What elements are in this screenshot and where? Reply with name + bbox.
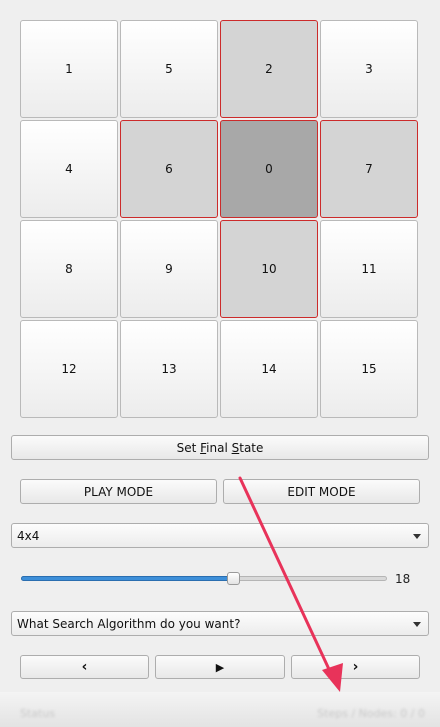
tile-1-1[interactable]: 1 bbox=[20, 20, 118, 118]
tile-2-2[interactable]: 6 bbox=[120, 120, 218, 218]
speed-slider-fill bbox=[21, 576, 234, 581]
chevron-right-icon: › bbox=[352, 659, 359, 675]
status-right-text: Steps / Nodes: 0 / 0 bbox=[317, 707, 425, 720]
play-icon: ▶ bbox=[215, 660, 225, 674]
tile-4-1[interactable]: 12 bbox=[20, 320, 118, 418]
set-final-state-label: Set Final State bbox=[176, 440, 264, 455]
tile-2-1[interactable]: 4 bbox=[20, 120, 118, 218]
speed-value: 18 bbox=[395, 572, 411, 586]
next-step-button[interactable]: › bbox=[291, 655, 420, 679]
speed-slider-handle[interactable] bbox=[226, 572, 240, 585]
previous-step-button[interactable]: ‹ bbox=[20, 655, 149, 679]
size-select-value: 4x4 bbox=[17, 528, 40, 543]
tile-4-4[interactable]: 15 bbox=[320, 320, 418, 418]
algorithm-select-value: What Search Algorithm do you want? bbox=[17, 616, 241, 631]
chevron-down-icon bbox=[413, 621, 421, 627]
tile-4-3[interactable]: 14 bbox=[220, 320, 318, 418]
tile-3-1[interactable]: 8 bbox=[20, 220, 118, 318]
chevron-left-icon: ‹ bbox=[81, 659, 88, 675]
tile-1-4[interactable]: 3 bbox=[320, 20, 418, 118]
play-button[interactable]: ▶ bbox=[155, 655, 285, 679]
tile-3-2[interactable]: 9 bbox=[120, 220, 218, 318]
edit-mode-button[interactable]: EDIT MODE bbox=[223, 479, 420, 504]
play-mode-button[interactable]: PLAY MODE bbox=[20, 479, 217, 504]
chevron-down-icon bbox=[413, 533, 421, 539]
blank-tile[interactable]: 0 bbox=[220, 120, 318, 218]
set-final-state-button[interactable]: Set Final State bbox=[11, 435, 429, 460]
puzzle-grid: 1 5 2 3 4 6 0 7 8 9 10 11 12 13 14 15 bbox=[20, 20, 420, 420]
tile-3-4[interactable]: 11 bbox=[320, 220, 418, 318]
tile-1-2[interactable]: 5 bbox=[120, 20, 218, 118]
algorithm-select[interactable]: What Search Algorithm do you want? bbox=[11, 611, 429, 636]
tile-1-3[interactable]: 2 bbox=[220, 20, 318, 118]
status-left-text: Status bbox=[20, 707, 56, 720]
tile-4-2[interactable]: 13 bbox=[120, 320, 218, 418]
tile-2-4[interactable]: 7 bbox=[320, 120, 418, 218]
tile-3-3[interactable]: 10 bbox=[220, 220, 318, 318]
size-select[interactable]: 4x4 bbox=[11, 523, 429, 548]
